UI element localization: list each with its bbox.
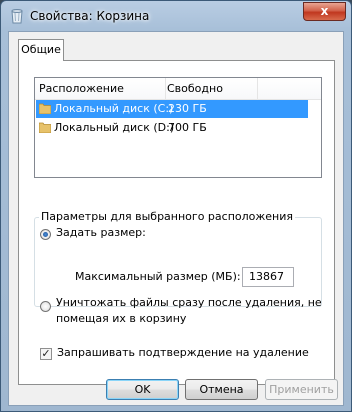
confirm-delete-checkbox[interactable]: ✓	[40, 348, 52, 360]
list-item[interactable]: Локальный диск (C:) 230 ГБ	[36, 100, 308, 118]
properties-window: Свойства: Корзина x Общие Расположение к…	[0, 0, 352, 412]
column-header-free[interactable]: Свободно	[163, 78, 258, 99]
confirm-delete-label[interactable]: Запрашивать подтверждение на удаление	[57, 346, 309, 359]
list-header: Расположение корзины Свободно	[35, 78, 321, 116]
close-icon: x	[320, 4, 329, 18]
window-title: Свойства: Корзина	[30, 9, 150, 23]
tab-general[interactable]: Общие	[18, 39, 64, 61]
delete-immediately-radio[interactable]	[40, 301, 51, 312]
folder-icon	[39, 103, 51, 114]
ok-button[interactable]: OK	[106, 379, 179, 400]
custom-size-label[interactable]: Задать размер:	[56, 226, 146, 239]
delete-immediately-label-line1[interactable]: Уничтожать файлы сразу после удаления, н…	[56, 296, 322, 309]
tab-panel-general: Расположение корзины Свободно Локальный …	[18, 60, 335, 385]
list-item[interactable]: Локальный диск (D:) 700 ГБ	[36, 119, 308, 137]
settings-group-label: Параметры для выбранного расположения	[39, 210, 296, 223]
column-header-location[interactable]: Расположение корзины	[35, 78, 166, 116]
free-space: 230 ГБ	[168, 102, 207, 115]
location-list[interactable]: Расположение корзины Свободно Локальный …	[34, 77, 322, 178]
apply-button[interactable]: Применить	[265, 379, 338, 400]
close-button[interactable]: x	[303, 2, 346, 21]
cancel-button[interactable]: Отмена	[185, 379, 258, 400]
max-size-label: Максимальный размер (МБ):	[75, 270, 241, 283]
delete-immediately-label-line2[interactable]: помещая их в корзину	[56, 312, 186, 325]
max-size-input[interactable]: 13867	[242, 267, 294, 287]
custom-size-radio[interactable]	[40, 229, 51, 240]
title-bar[interactable]: Свойства: Корзина x	[1, 1, 351, 31]
folder-icon	[39, 122, 51, 133]
location-name: Локальный диск (D:)	[54, 121, 175, 134]
location-name: Локальный диск (C:)	[54, 102, 174, 115]
dialog-client-area: Общие Расположение корзины Свободно Лока…	[8, 31, 344, 406]
recycle-bin-icon	[11, 9, 23, 24]
free-space: 700 ГБ	[168, 121, 207, 134]
